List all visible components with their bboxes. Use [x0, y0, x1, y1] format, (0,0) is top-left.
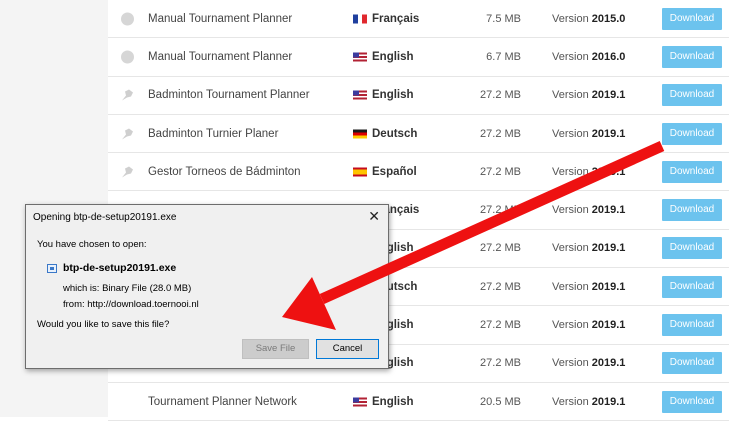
annotation-arrow [282, 140, 665, 330]
arrow-shaft [319, 140, 665, 305]
arrow-head [282, 277, 336, 330]
